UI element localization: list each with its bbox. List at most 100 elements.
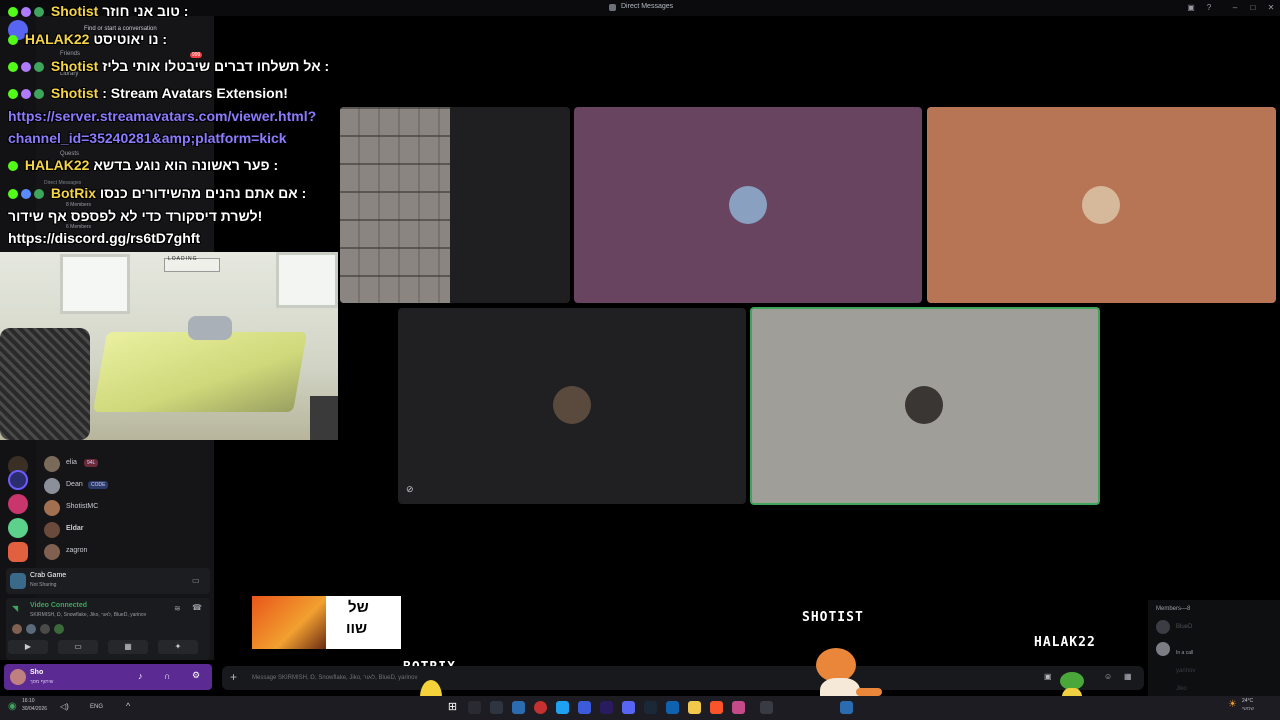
input-language[interactable]: ENG (90, 704, 103, 710)
chat-link[interactable]: https://server.streamavatars.com/viewer.… (8, 108, 316, 124)
maximize-button[interactable]: □ (1248, 3, 1258, 13)
video-tile[interactable] (927, 107, 1276, 303)
ac-label: LOADING (168, 256, 198, 262)
window-right (276, 252, 338, 308)
member-status: In a call (1176, 650, 1194, 656)
inbox-icon[interactable]: ▣ (1186, 3, 1196, 13)
member-row[interactable]: elia 94L (44, 454, 204, 474)
user-panel: Sho שיתוף מסך ♪ ∩ ⚙ (4, 664, 212, 690)
close-button[interactable]: ✕ (1266, 3, 1276, 13)
muted-video-icon: ⊘ (406, 484, 414, 494)
verified-badge-icon (34, 189, 44, 199)
speaker-icon[interactable]: ◁) (60, 702, 69, 711)
headphones-icon[interactable]: ∩ (164, 671, 170, 681)
avatar (44, 522, 60, 538)
brave-icon[interactable] (710, 701, 723, 714)
member-name[interactable]: yarinov (1176, 668, 1195, 674)
minimize-button[interactable]: – (1230, 3, 1240, 13)
disconnect-icon[interactable]: ☎ (192, 603, 202, 612)
app-icon[interactable] (732, 701, 745, 714)
avatar (729, 186, 767, 224)
message-input[interactable]: + Message SKIRMISH, Ɒ, Snowflake, Jiko, … (222, 666, 1144, 690)
kick-badge-icon (8, 189, 18, 199)
start-icon[interactable]: ⊞ (446, 701, 459, 714)
app-icon[interactable] (760, 701, 773, 714)
activities-button[interactable]: ▦ (108, 640, 148, 654)
member-row[interactable]: zagron (44, 542, 204, 562)
member-row[interactable]: ShotistMC (44, 498, 204, 518)
member-row[interactable]: Dean CODE (44, 476, 204, 496)
video-tile[interactable]: ⊘ (398, 308, 746, 504)
app-icon[interactable] (600, 701, 613, 714)
folder-icon[interactable] (688, 701, 701, 714)
app-icon[interactable] (468, 701, 481, 714)
signal-icon: ◥ (12, 604, 19, 613)
window-title: Direct Messages (621, 3, 674, 10)
help-icon[interactable]: ? (1204, 3, 1214, 13)
member-tag: 94L (84, 459, 99, 467)
user-status: שיתוף מסך (30, 679, 54, 685)
share-screen-button[interactable]: ▭ (58, 640, 98, 654)
apps-icon[interactable]: ▦ (1124, 672, 1132, 681)
widgets-icon[interactable]: ◉ (8, 701, 17, 712)
server-icon[interactable] (8, 494, 28, 514)
chevron-up-icon[interactable]: ^ (126, 701, 130, 711)
app-icon[interactable] (578, 701, 591, 714)
meme-text: של (348, 599, 369, 616)
app-icon[interactable] (534, 701, 547, 714)
soundboard-button[interactable]: ✦ (158, 640, 198, 654)
bed (92, 332, 308, 412)
discord-icon[interactable] (622, 701, 635, 714)
weather-temp: 24°C (1242, 698, 1254, 704)
chat-text: : Stream Avatars Extension! (102, 85, 288, 101)
member-row[interactable]: Eldar (44, 520, 204, 540)
shelf (310, 396, 338, 440)
members-header: Members—8 (1156, 606, 1191, 612)
camera-feed (340, 107, 450, 303)
add-attachment-icon[interactable]: + (230, 670, 237, 684)
member-name: elia (66, 459, 77, 466)
server-icon[interactable] (8, 470, 28, 490)
avatar-name-label: HALAK22 (1034, 635, 1096, 650)
member-name: Dean (66, 481, 83, 488)
avatar[interactable] (10, 669, 26, 685)
activity-card[interactable]: Crab Game Not Sharing ▭ (6, 568, 210, 594)
chat-link[interactable]: https://discord.gg/rs6tD7ghft (8, 230, 200, 246)
verified-badge-icon (34, 62, 44, 72)
settings-gear-icon[interactable]: ⚙ (192, 670, 200, 681)
pillow (188, 316, 232, 340)
app-icon[interactable] (490, 701, 503, 714)
chat-username: BotRix (50, 185, 97, 201)
app-icon[interactable] (666, 701, 679, 714)
mic-icon[interactable]: ♪ (138, 671, 143, 681)
meme-sticker: של שוו (252, 596, 401, 649)
chat-message: Shotist טוב אני חוזר : (8, 3, 188, 19)
mod-badge-icon (21, 89, 31, 99)
meme-image (252, 596, 326, 649)
friends-link[interactable]: Friends (60, 51, 80, 57)
server-icon[interactable] (8, 542, 28, 562)
pavement-pattern (340, 107, 450, 303)
gift-icon[interactable]: ▣ (1044, 672, 1052, 681)
screen-share-icon[interactable]: ▭ (192, 576, 200, 585)
member-name[interactable]: Jiko (1176, 686, 1187, 692)
avatar (905, 386, 943, 424)
video-tile-speaking[interactable] (750, 307, 1100, 505)
chat-link[interactable]: channel_id=35240281&amp;platform=kick (8, 130, 287, 146)
avatar (553, 386, 591, 424)
video-tile[interactable] (574, 107, 922, 303)
server-icon[interactable] (8, 518, 28, 538)
noise-icon[interactable]: ≋ (174, 604, 181, 613)
weather-icon[interactable]: ☀ (1228, 699, 1237, 710)
message-placeholder: Message SKIRMISH, Ɒ, Snowflake, Jiko, לא… (252, 675, 418, 681)
member-name[interactable]: BlueD (1176, 624, 1192, 630)
meme-text: שוו (346, 620, 368, 637)
steam-icon[interactable] (644, 701, 657, 714)
chat-message: BotRix אם אתם נהנים מהשידורים כנסו : (8, 185, 306, 201)
video-tile[interactable] (340, 107, 570, 303)
camera-button[interactable]: ▶ (8, 640, 48, 654)
emoji-icon[interactable]: ☺ (1104, 672, 1112, 681)
app-icon[interactable] (840, 701, 853, 714)
app-icon[interactable] (512, 701, 525, 714)
app-icon[interactable] (556, 701, 569, 714)
